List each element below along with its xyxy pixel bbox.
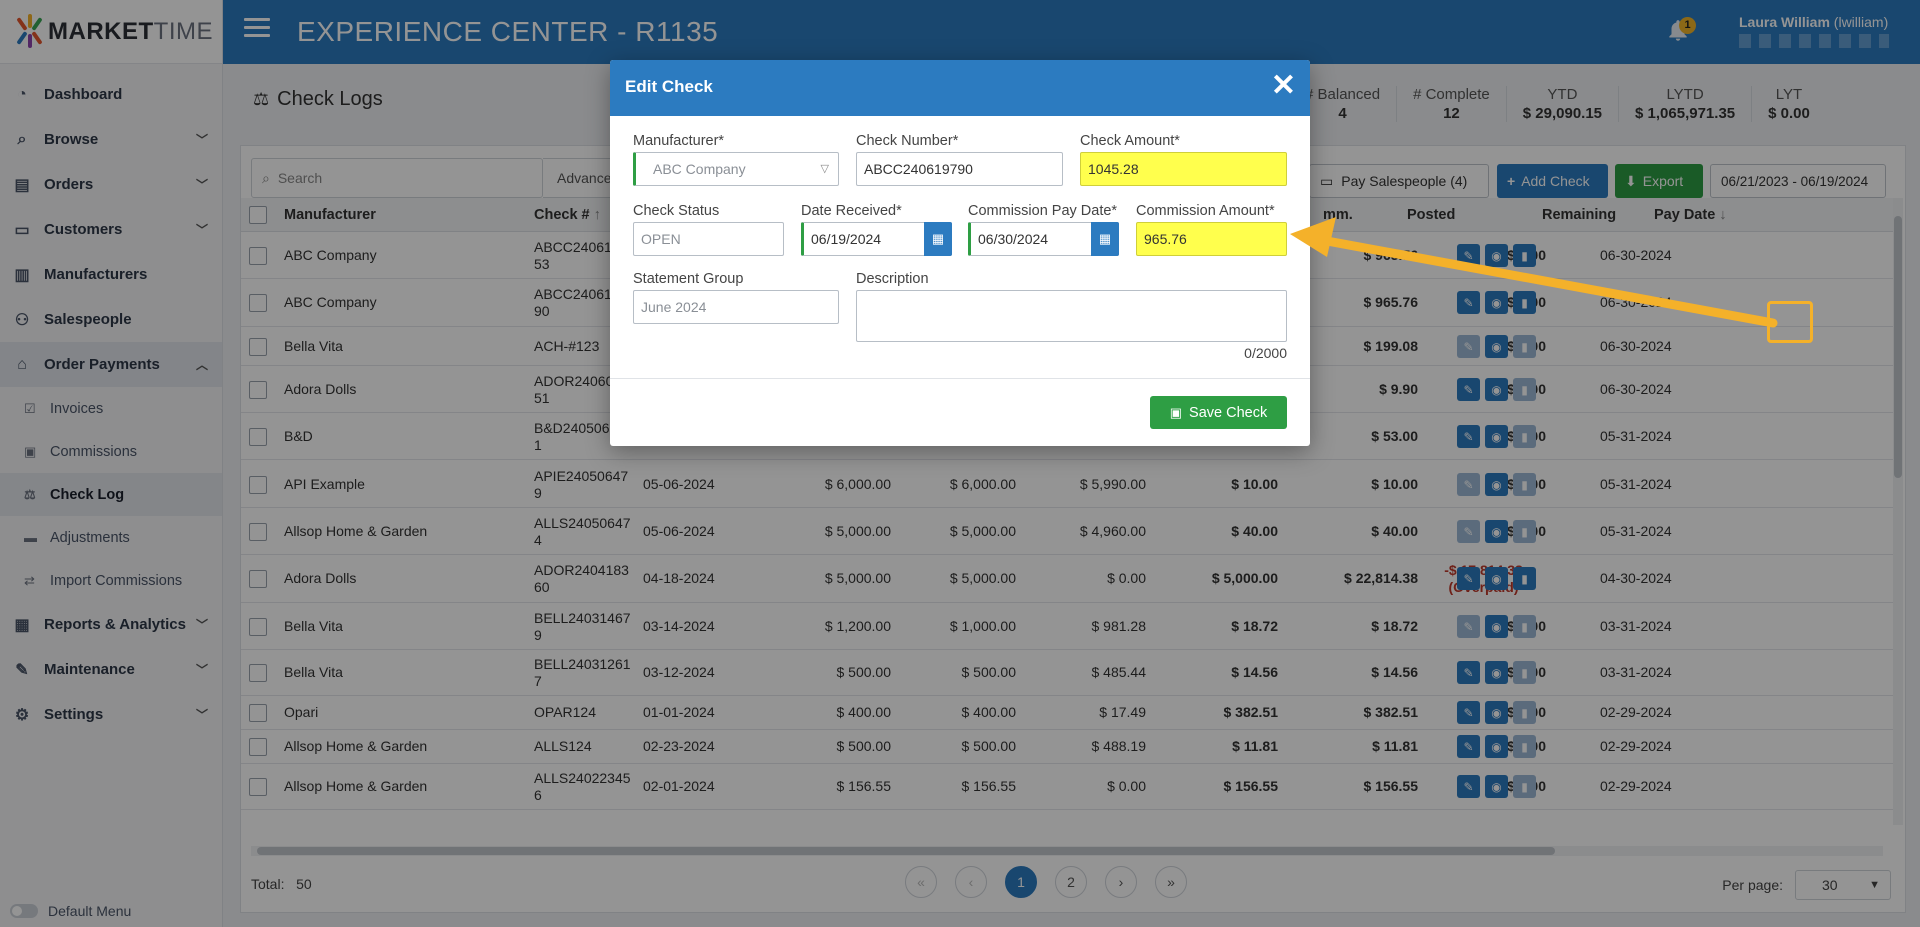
highlight-box bbox=[1767, 301, 1813, 343]
check-amount-input[interactable]: 1045.28 bbox=[1080, 152, 1287, 186]
check-number-field: Check Number* ABCC240619790 bbox=[856, 133, 1063, 186]
check-number-input[interactable]: ABCC240619790 bbox=[856, 152, 1063, 186]
modal-title: Edit Check bbox=[625, 77, 713, 96]
modal-divider bbox=[610, 378, 1310, 379]
manufacturer-field: Manufacturer* ABC Company ▽ bbox=[633, 133, 839, 186]
calendar-icon[interactable]: ▦ bbox=[924, 222, 952, 256]
modal-header: Edit Check ✕ bbox=[610, 60, 1310, 116]
commission-amount-input[interactable]: 965.76 bbox=[1136, 222, 1287, 256]
date-received-field: Date Received* 06/19/2024 ▦ bbox=[801, 203, 952, 256]
chevron-down-icon: ▽ bbox=[820, 163, 829, 175]
check-status-field: Check Status OPEN bbox=[633, 203, 784, 256]
calendar-icon[interactable]: ▦ bbox=[1091, 222, 1119, 256]
commission-pay-date-input[interactable]: 06/30/2024 ▦ bbox=[968, 222, 1119, 256]
check-amount-field: Check Amount* 1045.28 bbox=[1080, 133, 1287, 186]
date-received-input[interactable]: 06/19/2024 ▦ bbox=[801, 222, 952, 256]
statement-group-input[interactable]: June 2024 bbox=[633, 290, 839, 324]
description-field: Description bbox=[856, 271, 1287, 342]
statement-group-field: Statement Group June 2024 bbox=[633, 271, 839, 324]
edit-check-modal: Edit Check ✕ Manufacturer* ABC Company ▽ … bbox=[610, 60, 1310, 446]
check-status-input[interactable]: OPEN bbox=[633, 222, 784, 256]
description-textarea[interactable] bbox=[856, 290, 1287, 342]
commission-amount-field: Commission Amount* 965.76 bbox=[1136, 203, 1287, 256]
description-counter: 0/2000 bbox=[1244, 345, 1287, 361]
close-icon[interactable]: ✕ bbox=[1271, 70, 1296, 102]
manufacturer-select[interactable]: ABC Company ▽ bbox=[633, 152, 839, 186]
commission-pay-date-field: Commission Pay Date* 06/30/2024 ▦ bbox=[968, 203, 1119, 256]
save-icon: ▣ bbox=[1169, 404, 1183, 420]
save-check-button[interactable]: ▣ Save Check bbox=[1150, 396, 1287, 429]
